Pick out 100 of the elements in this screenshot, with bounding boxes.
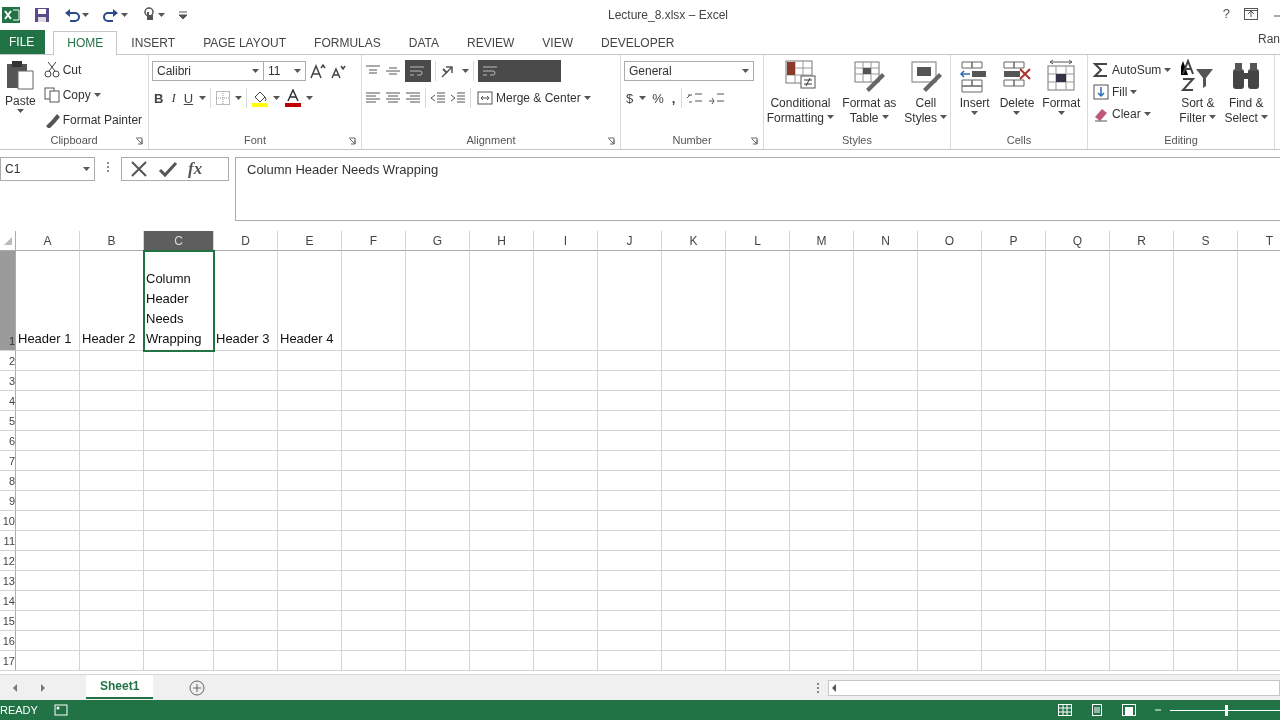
- caret-icon[interactable]: [1209, 115, 1217, 119]
- scroll-right-icon[interactable]: [38, 683, 48, 693]
- increase-font-size-icon[interactable]: [310, 63, 326, 79]
- caret-icon[interactable]: [252, 69, 259, 73]
- zoom-slider-thumb[interactable]: [1225, 704, 1228, 716]
- caret-icon[interactable]: [82, 13, 89, 17]
- styles-button[interactable]: Conditional Formatting: [764, 59, 837, 131]
- caret-icon[interactable]: [93, 93, 101, 97]
- ribbon-tab[interactable]: DEVELOPER: [587, 31, 689, 54]
- decrease-indent-icon[interactable]: [430, 91, 446, 105]
- font-name-dropdown[interactable]: Calibri: [152, 61, 264, 81]
- row-header[interactable]: 5: [0, 411, 16, 431]
- ribbon-tab[interactable]: FORMULAS: [300, 31, 395, 54]
- cells-button[interactable]: Insert: [955, 59, 994, 131]
- caret-icon[interactable]: [971, 111, 979, 115]
- row-header[interactable]: 14: [0, 591, 16, 611]
- horizontal-scrollbar[interactable]: [828, 680, 1280, 696]
- caret-icon[interactable]: [83, 167, 90, 171]
- dialog-launcher-icon[interactable]: [750, 137, 758, 145]
- normal-view-icon[interactable]: [1058, 704, 1072, 716]
- styles-button[interactable]: Format as Table: [840, 59, 899, 131]
- row-header[interactable]: 17: [0, 651, 16, 671]
- row-header[interactable]: 10: [0, 511, 16, 531]
- dialog-launcher-icon[interactable]: [348, 137, 356, 145]
- caret-icon[interactable]: [294, 69, 301, 73]
- row-header[interactable]: 1: [0, 251, 16, 351]
- caret-icon[interactable]: [1130, 90, 1138, 94]
- caret-icon[interactable]: [583, 96, 591, 100]
- more-icon[interactable]: [816, 682, 820, 694]
- dialog-launcher-icon[interactable]: [135, 137, 143, 145]
- underline-button[interactable]: U: [181, 87, 196, 109]
- row-header[interactable]: 12: [0, 551, 16, 571]
- caret-icon[interactable]: [742, 69, 749, 73]
- row-header[interactable]: 9: [0, 491, 16, 511]
- italic-button[interactable]: I: [169, 87, 178, 109]
- caret-icon[interactable]: [881, 115, 889, 119]
- sort-filter-button[interactable]: Sort & Filter: [1177, 59, 1219, 131]
- styles-button[interactable]: Cell Styles: [902, 59, 950, 131]
- cells-button[interactable]: Format: [1040, 59, 1083, 131]
- caret-icon[interactable]: [1057, 111, 1065, 115]
- zoom-out-icon[interactable]: [1154, 706, 1162, 714]
- caret-icon[interactable]: [235, 96, 243, 100]
- row-header[interactable]: 13: [0, 571, 16, 591]
- page-break-icon[interactable]: [1122, 704, 1136, 716]
- file-menu-tab[interactable]: FILE: [0, 30, 46, 54]
- caret-icon[interactable]: [16, 109, 24, 113]
- decrease-font-size-icon[interactable]: [330, 63, 346, 79]
- redo-icon[interactable]: [103, 8, 119, 22]
- caret-icon[interactable]: [1013, 111, 1021, 115]
- comma-style-button[interactable]: ,: [669, 87, 678, 109]
- cancel-icon[interactable]: [130, 160, 148, 178]
- row-header[interactable]: 7: [0, 451, 16, 471]
- caret-icon[interactable]: [306, 96, 314, 100]
- caret-icon[interactable]: [1164, 68, 1172, 72]
- row-header[interactable]: 8: [0, 471, 16, 491]
- cells-button[interactable]: Delete: [997, 59, 1037, 131]
- copy-button[interactable]: Copy: [41, 84, 145, 106]
- undo-icon[interactable]: [64, 8, 80, 22]
- name-box[interactable]: C1: [0, 157, 95, 181]
- save-icon[interactable]: [34, 7, 50, 23]
- currency-button[interactable]: $: [624, 87, 636, 109]
- merge-center-button[interactable]: Merge & Center: [475, 87, 593, 109]
- ribbon-tab[interactable]: PAGE LAYOUT: [189, 31, 301, 54]
- macro-record-icon[interactable]: [53, 704, 68, 716]
- caret-icon[interactable]: [462, 69, 469, 73]
- row-header[interactable]: 11: [0, 531, 16, 551]
- page-layout-icon[interactable]: [1090, 704, 1104, 716]
- help-button[interactable]: ?: [1222, 6, 1230, 21]
- checkmark-icon[interactable]: [158, 160, 178, 178]
- increase-indent-icon[interactable]: [450, 91, 466, 105]
- ribbon-tab[interactable]: HOME: [53, 31, 118, 55]
- caret-icon[interactable]: [940, 115, 948, 119]
- caret-icon[interactable]: [827, 115, 835, 119]
- row-header[interactable]: 15: [0, 611, 16, 631]
- font-size-dropdown[interactable]: 11: [263, 61, 306, 81]
- percent-button[interactable]: %: [650, 87, 666, 109]
- ribbon-tab[interactable]: VIEW: [528, 31, 587, 54]
- row-header[interactable]: 4: [0, 391, 16, 411]
- formula-field[interactable]: Column Header Needs Wrapping: [235, 157, 1280, 221]
- dialog-launcher-icon[interactable]: [607, 137, 615, 145]
- fill-button[interactable]: Fill: [1091, 81, 1174, 103]
- bold-button[interactable]: B: [152, 87, 166, 109]
- ribbon-tab[interactable]: INSERT: [117, 31, 190, 54]
- clear-button[interactable]: Clear: [1091, 103, 1174, 125]
- find-select-button[interactable]: Find & Select: [1222, 59, 1271, 131]
- font-color-icon[interactable]: [284, 89, 303, 107]
- ribbon-display-options-icon[interactable]: [1244, 7, 1258, 20]
- user-name[interactable]: Ran: [1258, 32, 1280, 46]
- touch-mode-icon[interactable]: [142, 7, 156, 23]
- row-header[interactable]: 16: [0, 631, 16, 651]
- column-header[interactable]: C: [144, 231, 214, 251]
- new-sheet-icon[interactable]: [189, 680, 206, 696]
- ribbon-tab[interactable]: REVIEW: [453, 31, 529, 54]
- caret-icon[interactable]: [121, 13, 128, 17]
- row-header[interactable]: 2: [0, 351, 16, 371]
- caret-icon[interactable]: [273, 96, 281, 100]
- more-icon[interactable]: [106, 161, 110, 173]
- number-format-dropdown[interactable]: General: [624, 61, 754, 81]
- paste-button[interactable]: Paste: [3, 59, 38, 131]
- ribbon-tab[interactable]: DATA: [394, 31, 453, 54]
